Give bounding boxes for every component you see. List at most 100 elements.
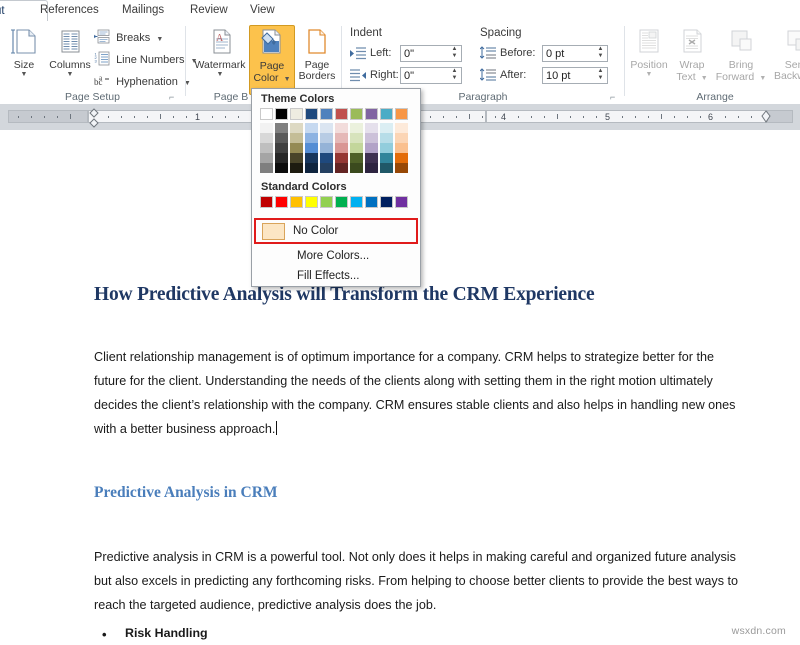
standard-swatch-purple[interactable] — [395, 196, 408, 208]
paragraph-dialog-launcher[interactable]: ⌐ — [610, 92, 620, 102]
spacing-before-input[interactable]: 0 pt ▲ ▼ — [542, 45, 608, 62]
ruler-left-margin — [8, 110, 88, 123]
theme-variant-col-red[interactable] — [335, 123, 348, 173]
theme-swatch-blue[interactable] — [320, 108, 333, 120]
page-color-dropdown-menu[interactable]: Theme Colors Standard Colors No Color Mo… — [251, 88, 421, 287]
bring-forward-chevron-down-icon: ▼ — [759, 75, 767, 82]
spacing-before-value: 0 pt — [546, 48, 565, 60]
tab-view[interactable]: View — [242, 0, 283, 21]
wrap-text-button[interactable]: Wrap Text ▼ — [671, 27, 713, 83]
fill-effects-menu-item[interactable]: Fill Effects... — [252, 266, 420, 286]
indent-right-icon — [350, 68, 366, 86]
theme-swatch-darkblue[interactable] — [305, 108, 318, 120]
more-colors-label: More Colors... — [297, 250, 370, 262]
page-color-icon — [250, 28, 294, 58]
theme-variant-col-white[interactable] — [260, 123, 273, 173]
indent-left-label: Left: — [370, 47, 392, 59]
left-indent-marker[interactable] — [88, 108, 100, 131]
theme-variant-col-purple[interactable] — [365, 123, 378, 173]
wrap-text-label-line2: Text — [676, 71, 696, 83]
document-bullet-item-1: • Risk Handling — [102, 626, 208, 642]
page-color-button[interactable]: Page Color ▼ — [249, 25, 295, 95]
hyphenation-label: Hyphenation — [116, 76, 178, 88]
standard-colors-row[interactable] — [260, 196, 420, 208]
theme-colors-variant-rows[interactable] — [260, 123, 420, 173]
theme-variant-col-aqua[interactable] — [380, 123, 393, 173]
no-color-menu-item[interactable]: No Color — [254, 218, 418, 244]
page-color-label-line1: Page — [259, 60, 285, 72]
tab-references[interactable]: References — [32, 0, 107, 21]
document-bullet-item-1-label: Risk Handling — [125, 626, 208, 640]
theme-swatch-orange[interactable] — [395, 108, 408, 120]
position-chevron-down-icon: ▼ — [645, 71, 653, 78]
no-color-label: No Color — [293, 225, 339, 237]
group-arrange-label: Arrange — [696, 91, 734, 103]
spacing-after-input[interactable]: 10 pt ▲ ▼ — [542, 67, 608, 84]
standard-swatch-orange[interactable] — [290, 196, 303, 208]
page-size-icon — [0, 27, 48, 57]
bring-forward-button[interactable]: Bring Forward ▼ — [713, 27, 769, 83]
right-indent-marker[interactable] — [760, 110, 772, 127]
document-heading-2: Predictive Analysis in CRM — [94, 484, 278, 501]
spacing-before-stepper[interactable]: ▲ ▼ — [596, 46, 605, 61]
indent-right-stepper[interactable]: ▲ ▼ — [450, 68, 459, 83]
standard-colors-grid[interactable] — [252, 196, 420, 213]
indent-left-input[interactable]: 0" ▲ ▼ — [400, 45, 462, 62]
page-borders-label-line2: Borders — [298, 70, 336, 82]
standard-swatch-green[interactable] — [335, 196, 348, 208]
standard-colors-header: Standard Colors — [261, 181, 347, 193]
breaks-button[interactable]: Breaks ▼ — [93, 29, 163, 48]
document-heading-1: How Predictive Analysis will Transform t… — [94, 284, 595, 305]
line-numbers-icon: 123 — [94, 51, 110, 66]
line-numbers-button[interactable]: 123 Line Numbers ▼ — [94, 51, 198, 70]
standard-swatch-light-green[interactable] — [320, 196, 333, 208]
size-button[interactable]: Size ▼ — [0, 27, 48, 78]
theme-swatch-white[interactable] — [260, 108, 273, 120]
theme-variant-col-darkblue[interactable] — [305, 123, 318, 173]
standard-swatch-dark-red[interactable] — [260, 196, 273, 208]
page-borders-button[interactable]: Page Borders — [294, 27, 340, 82]
indent-right-input[interactable]: 0" ▲ ▼ — [400, 67, 462, 84]
theme-variant-col-blue[interactable] — [320, 123, 333, 173]
theme-swatch-red[interactable] — [335, 108, 348, 120]
theme-swatch-purple[interactable] — [365, 108, 378, 120]
size-chevron-down-icon: ▼ — [20, 71, 28, 78]
theme-variant-col-orange[interactable] — [395, 123, 408, 173]
group-page-setup: Size ▼ Columns ▼ Breaks ▼ 1 2 3 Line Num… — [0, 21, 198, 104]
send-backward-button[interactable]: Send Backward — [769, 27, 800, 82]
theme-swatch-black[interactable] — [275, 108, 288, 120]
more-colors-menu-item[interactable]: More Colors... — [252, 246, 420, 266]
theme-variant-col-black[interactable] — [275, 123, 288, 173]
theme-swatch-tan[interactable] — [290, 108, 303, 120]
columns-button[interactable]: Columns ▼ — [46, 27, 94, 78]
document-paragraph-1-text: Client relationship management is of opt… — [94, 350, 736, 436]
size-label: Size — [13, 59, 35, 71]
standard-swatch-yellow[interactable] — [305, 196, 318, 208]
theme-variant-col-olive[interactable] — [350, 123, 363, 173]
theme-colors-grid[interactable] — [252, 108, 420, 175]
theme-variant-col-tan[interactable] — [290, 123, 303, 173]
text-cursor — [276, 421, 278, 435]
wrap-text-chevron-down-icon: ▼ — [700, 75, 708, 82]
tab-mailings[interactable]: Mailings — [114, 0, 172, 21]
watermark-icon: A — [192, 27, 248, 57]
theme-swatch-aqua[interactable] — [380, 108, 393, 120]
theme-colors-base-row[interactable] — [260, 108, 420, 120]
position-button[interactable]: Position ▼ — [627, 27, 671, 78]
standard-swatch-red[interactable] — [275, 196, 288, 208]
theme-swatch-olive[interactable] — [350, 108, 363, 120]
ruler-number-6: 6 — [708, 112, 714, 122]
ribbon-tab-strip: ut References Mailings Review View — [0, 0, 800, 23]
standard-swatch-dark-blue[interactable] — [380, 196, 393, 208]
position-icon — [627, 27, 671, 57]
standard-swatch-light-blue[interactable] — [350, 196, 363, 208]
spacing-after-stepper[interactable]: ▲ ▼ — [596, 68, 605, 83]
columns-label: Columns — [49, 59, 91, 71]
standard-swatch-blue[interactable] — [365, 196, 378, 208]
watermark-button[interactable]: A Watermark ▼ — [192, 27, 248, 78]
svg-text:A: A — [216, 33, 224, 44]
hyphenation-button[interactable]: bc a Hyphenation ▼ — [94, 73, 191, 92]
page-borders-icon — [294, 27, 340, 57]
tab-review[interactable]: Review — [182, 0, 236, 21]
indent-left-stepper[interactable]: ▲ ▼ — [450, 46, 459, 61]
